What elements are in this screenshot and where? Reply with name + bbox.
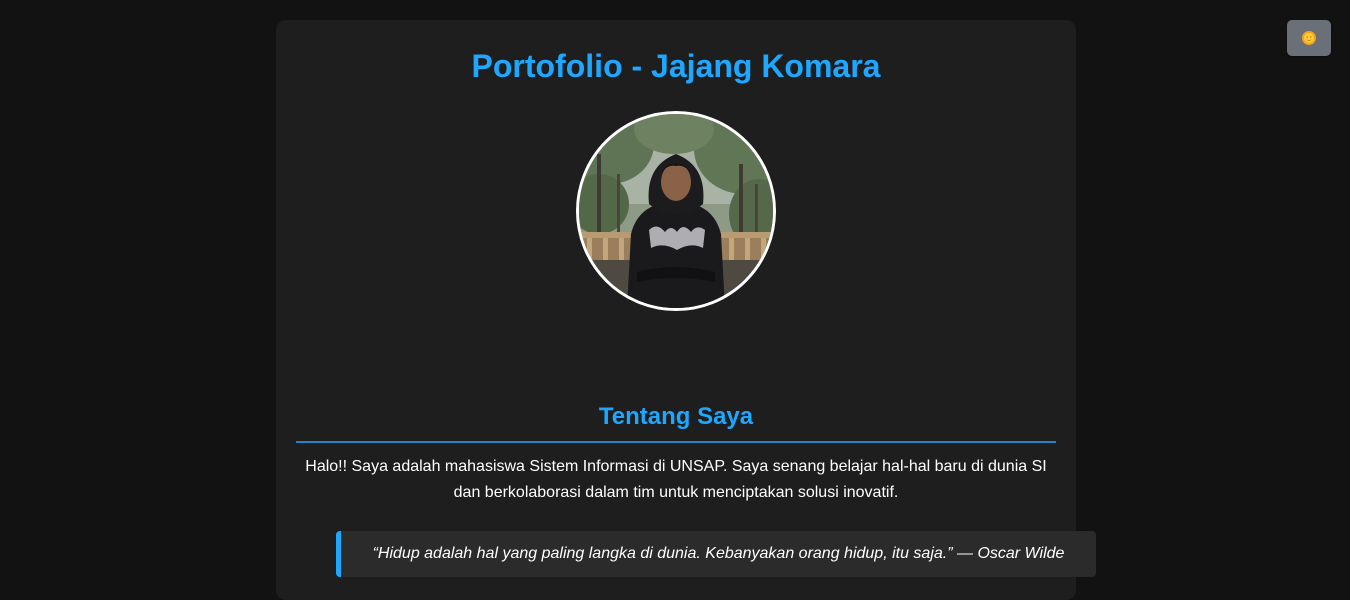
quote-block: “Hidup adalah hal yang paling langka di … — [336, 531, 1096, 577]
about-text: Halo!! Saya adalah mahasiswa Sistem Info… — [305, 458, 1047, 501]
profile-photo — [579, 114, 773, 308]
portfolio-card: Portofolio - Jajang Komara Tentang Saya … — [276, 20, 1096, 600]
about-heading: Tentang Saya — [598, 403, 754, 430]
section-divider — [296, 441, 1056, 443]
page-title: Portofolio - Jajang Komara — [471, 48, 881, 84]
theme-toggle-button[interactable] — [1287, 20, 1331, 56]
avatar — [576, 111, 776, 311]
sun-icon — [1301, 30, 1317, 46]
quote-text: “Hidup adalah hal yang paling langka di … — [372, 545, 1065, 562]
